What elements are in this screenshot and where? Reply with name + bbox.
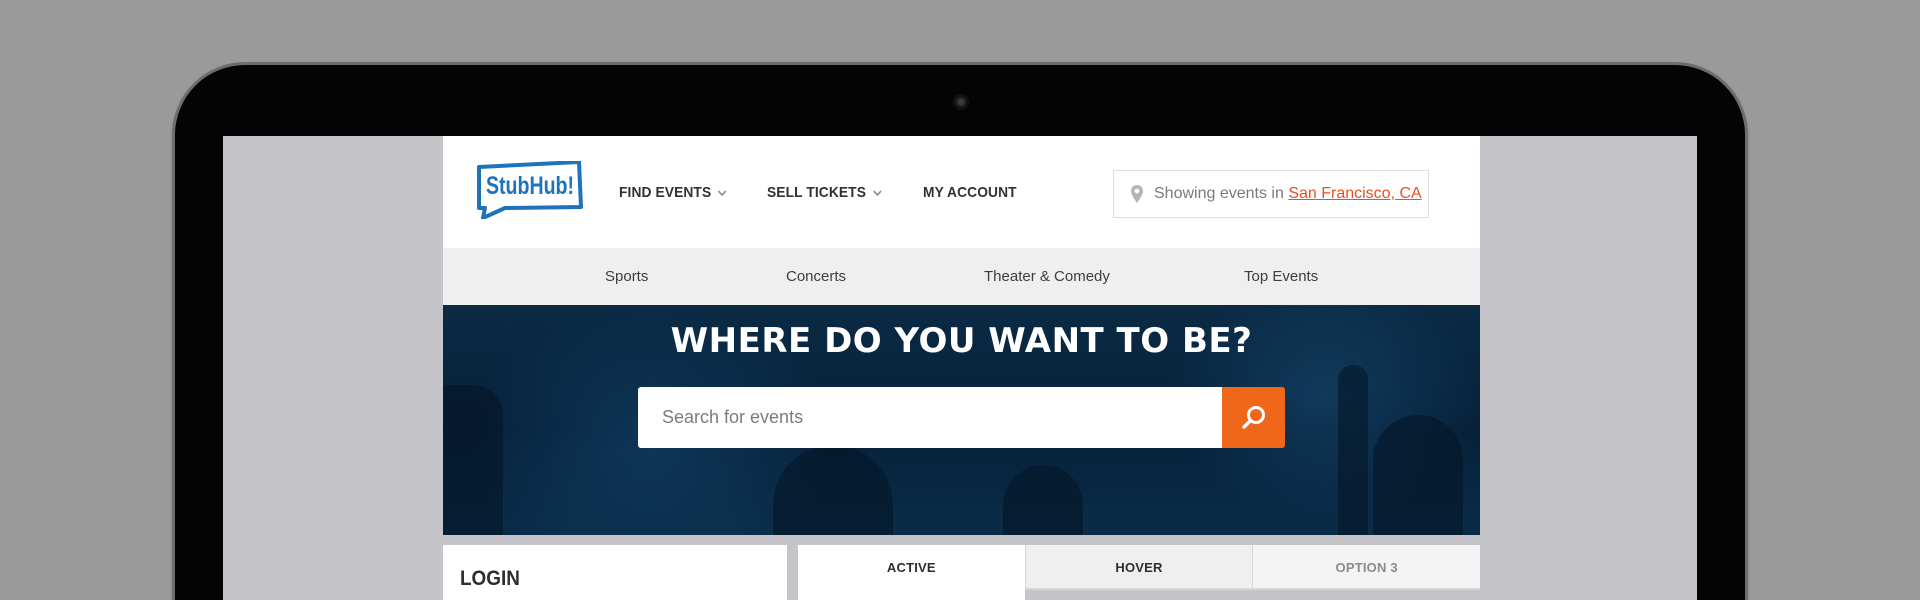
nav-my-account[interactable]: MY ACCOUNT	[923, 184, 1017, 201]
crowd-silhouette	[1003, 465, 1083, 535]
login-title: LOGIN	[460, 567, 520, 590]
category-concerts[interactable]: Concerts	[786, 268, 846, 285]
category-top-events[interactable]: Top Events	[1244, 268, 1318, 285]
nav-sell-tickets[interactable]: SELL TICKETS	[767, 184, 883, 201]
svg-text:StubHub!: StubHub!	[486, 172, 574, 200]
nav-find-events[interactable]: FIND EVENTS	[619, 184, 728, 201]
tab-option-3[interactable]: OPTION 3	[1252, 545, 1481, 590]
chevron-down-icon	[872, 189, 882, 196]
search-button[interactable]	[1222, 387, 1285, 448]
location-pin-icon	[1131, 185, 1143, 203]
hero-banner: WHERE DO YOU WANT TO BE?	[443, 305, 1480, 535]
category-bar: Sports Concerts Theater & Comedy Top Eve…	[443, 248, 1480, 305]
category-theater-comedy[interactable]: Theater & Comedy	[984, 268, 1110, 285]
crowd-silhouette	[773, 445, 893, 535]
site-header: StubHub! FIND EVENTS SELL TICKETS MY ACC…	[443, 136, 1480, 248]
hero-title: WHERE DO YOU WANT TO BE?	[670, 321, 1253, 361]
location-selector[interactable]: Showing events in San Francisco, CA	[1113, 170, 1429, 218]
crowd-silhouette	[1373, 415, 1463, 535]
category-sports[interactable]: Sports	[605, 268, 648, 285]
location-text: Showing events in San Francisco, CA	[1154, 185, 1422, 203]
login-panel: LOGIN	[443, 545, 787, 600]
nav-find-events-label: FIND EVENTS	[619, 184, 712, 201]
search-input[interactable]	[638, 387, 1222, 448]
nav-sell-tickets-label: SELL TICKETS	[767, 184, 867, 201]
chevron-down-icon	[718, 189, 727, 196]
webcam	[953, 94, 969, 110]
nav-my-account-label: MY ACCOUNT	[923, 184, 1017, 201]
screen: StubHub! FIND EVENTS SELL TICKETS MY ACC…	[223, 136, 1697, 600]
crowd-silhouette	[1338, 365, 1368, 535]
tab-active[interactable]: ACTIVE	[798, 545, 1025, 600]
search-icon	[1241, 405, 1265, 429]
stubhub-logo[interactable]: StubHub!	[475, 161, 585, 219]
stubhub-page: StubHub! FIND EVENTS SELL TICKETS MY ACC…	[443, 136, 1481, 600]
location-prefix: Showing events in	[1154, 185, 1284, 202]
tab-bar: ACTIVE HOVER OPTION 3	[798, 545, 1481, 600]
crowd-silhouette	[443, 385, 503, 535]
event-search	[638, 387, 1285, 448]
location-city-link[interactable]: San Francisco, CA	[1288, 185, 1421, 202]
tab-hover[interactable]: HOVER	[1024, 545, 1253, 590]
